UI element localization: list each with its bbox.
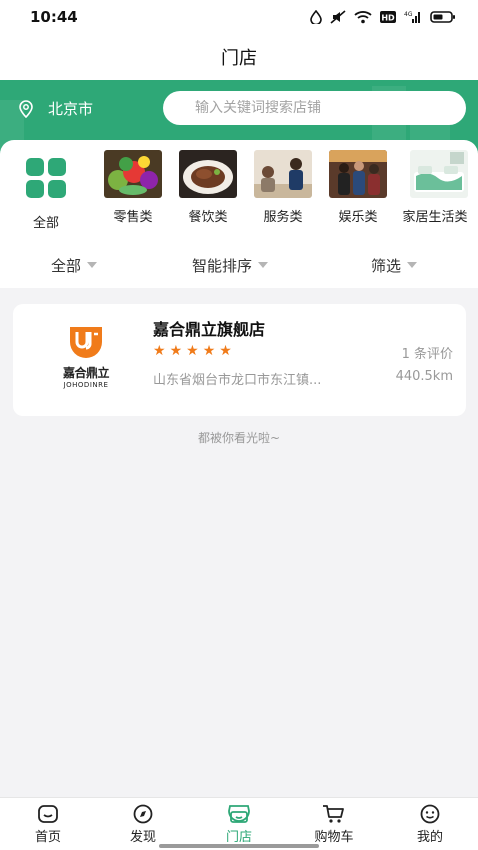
store-logo: 嘉合鼎立 JOHODINRE [41,324,131,398]
filter-label: 全部 [51,256,82,275]
svg-text:4G: 4G [404,11,413,18]
filter-label: 智能排序 [192,256,253,275]
logo-subtext: JOHODINRE [63,381,109,389]
tab-label: 我的 [416,830,443,845]
grid-icon [26,158,66,198]
location-pin-icon [19,99,33,118]
city-label: 北京市 [48,100,94,118]
star-icon: ★ [202,343,216,359]
category-label: 全部 [32,216,59,231]
category-dining[interactable]: 餐饮类 [179,150,237,225]
filter-bar: 全部 智能排序 筛选 [0,242,478,288]
store-icon [228,805,250,823]
star-icon: ★ [186,343,199,359]
wifi-icon [354,11,372,24]
filter-dropdown[interactable]: 筛选 [371,255,418,276]
star-icon: ★ [219,343,232,359]
category-service[interactable]: 服务类 [254,150,312,225]
svg-text:HD: HD [381,14,395,23]
status-icons: HD 4G [310,10,456,24]
tab-home[interactable]: 首页 [13,804,83,845]
battery-icon [430,11,455,23]
status-time: 10:44 [30,8,78,26]
category-all[interactable]: 全部 [26,150,66,231]
category-label: 服务类 [263,210,303,225]
location-selector[interactable]: 北京市 [18,98,93,119]
signal-icon: 4G [404,11,420,23]
profile-icon [420,804,440,824]
caret-down-icon [407,262,418,268]
category-retail[interactable]: 零售类 [104,150,162,225]
bottom-tab-bar: 首页 发现 门店 购物车 我的 [0,797,478,850]
tab-store[interactable]: 门店 [204,804,274,845]
review-count: 1 条评价 [401,347,453,362]
bedroom-photo [410,150,468,198]
vegetables-photo [104,150,162,198]
caret-down-icon [258,262,269,268]
tab-label: 门店 [225,830,252,845]
store-name: 嘉合鼎立旗舰店 [153,320,266,339]
category-entertainment[interactable]: 娱乐类 [329,150,387,225]
people-photo [329,150,387,198]
tab-label: 首页 [34,830,61,845]
tab-label: 购物车 [314,830,354,845]
category-bar: 全部 零售类 餐饮类 服务类 娱乐类 家居生活类 [0,140,478,242]
tab-cart[interactable]: 购物车 [299,804,369,845]
compass-icon [133,804,153,824]
category-label: 家居生活类 [402,210,468,225]
search-input[interactable] [195,100,466,116]
brand-logo-icon [70,327,102,358]
hd-icon: HD [380,11,396,23]
search-box[interactable] [163,91,466,125]
steak-photo [179,150,237,198]
category-home[interactable]: 家居生活类 [402,150,468,225]
category-label: 餐饮类 [188,210,228,225]
logo-text: 嘉合鼎立 [62,366,110,380]
star-icon: ★ [169,343,183,359]
drop-icon [310,10,322,24]
home-icon [38,805,58,823]
tab-label: 发现 [129,830,156,845]
navigation-bar: 门店 [0,34,478,80]
tab-discover[interactable]: 发现 [108,804,178,845]
home-indicator [159,844,319,848]
sort-dropdown[interactable]: 智能排序 [192,255,269,276]
cart-icon [323,805,344,823]
star-rating: ★ ★ ★ ★ ★ [153,344,232,358]
page-title: 门店 [221,48,257,69]
tab-profile[interactable]: 我的 [395,804,465,845]
mute-icon [330,10,346,24]
service-photo [254,150,312,198]
category-label: 零售类 [113,210,153,225]
caret-down-icon [87,262,98,268]
store-card[interactable]: 嘉合鼎立 JOHODINRE 嘉合鼎立旗舰店 ★ ★ ★ ★ ★ 1 条评价 山… [13,304,466,416]
status-bar: 10:44 HD 4G [0,0,478,34]
star-icon: ★ [153,343,166,359]
store-address: 山东省烟台市龙口市东江镇... [153,373,322,388]
filter-label: 筛选 [371,256,402,275]
list-end-text: 都被你看光啦~ [197,431,281,445]
store-distance: 440.5km [395,369,453,384]
category-label: 娱乐类 [338,210,378,225]
filter-all-dropdown[interactable]: 全部 [51,255,98,276]
